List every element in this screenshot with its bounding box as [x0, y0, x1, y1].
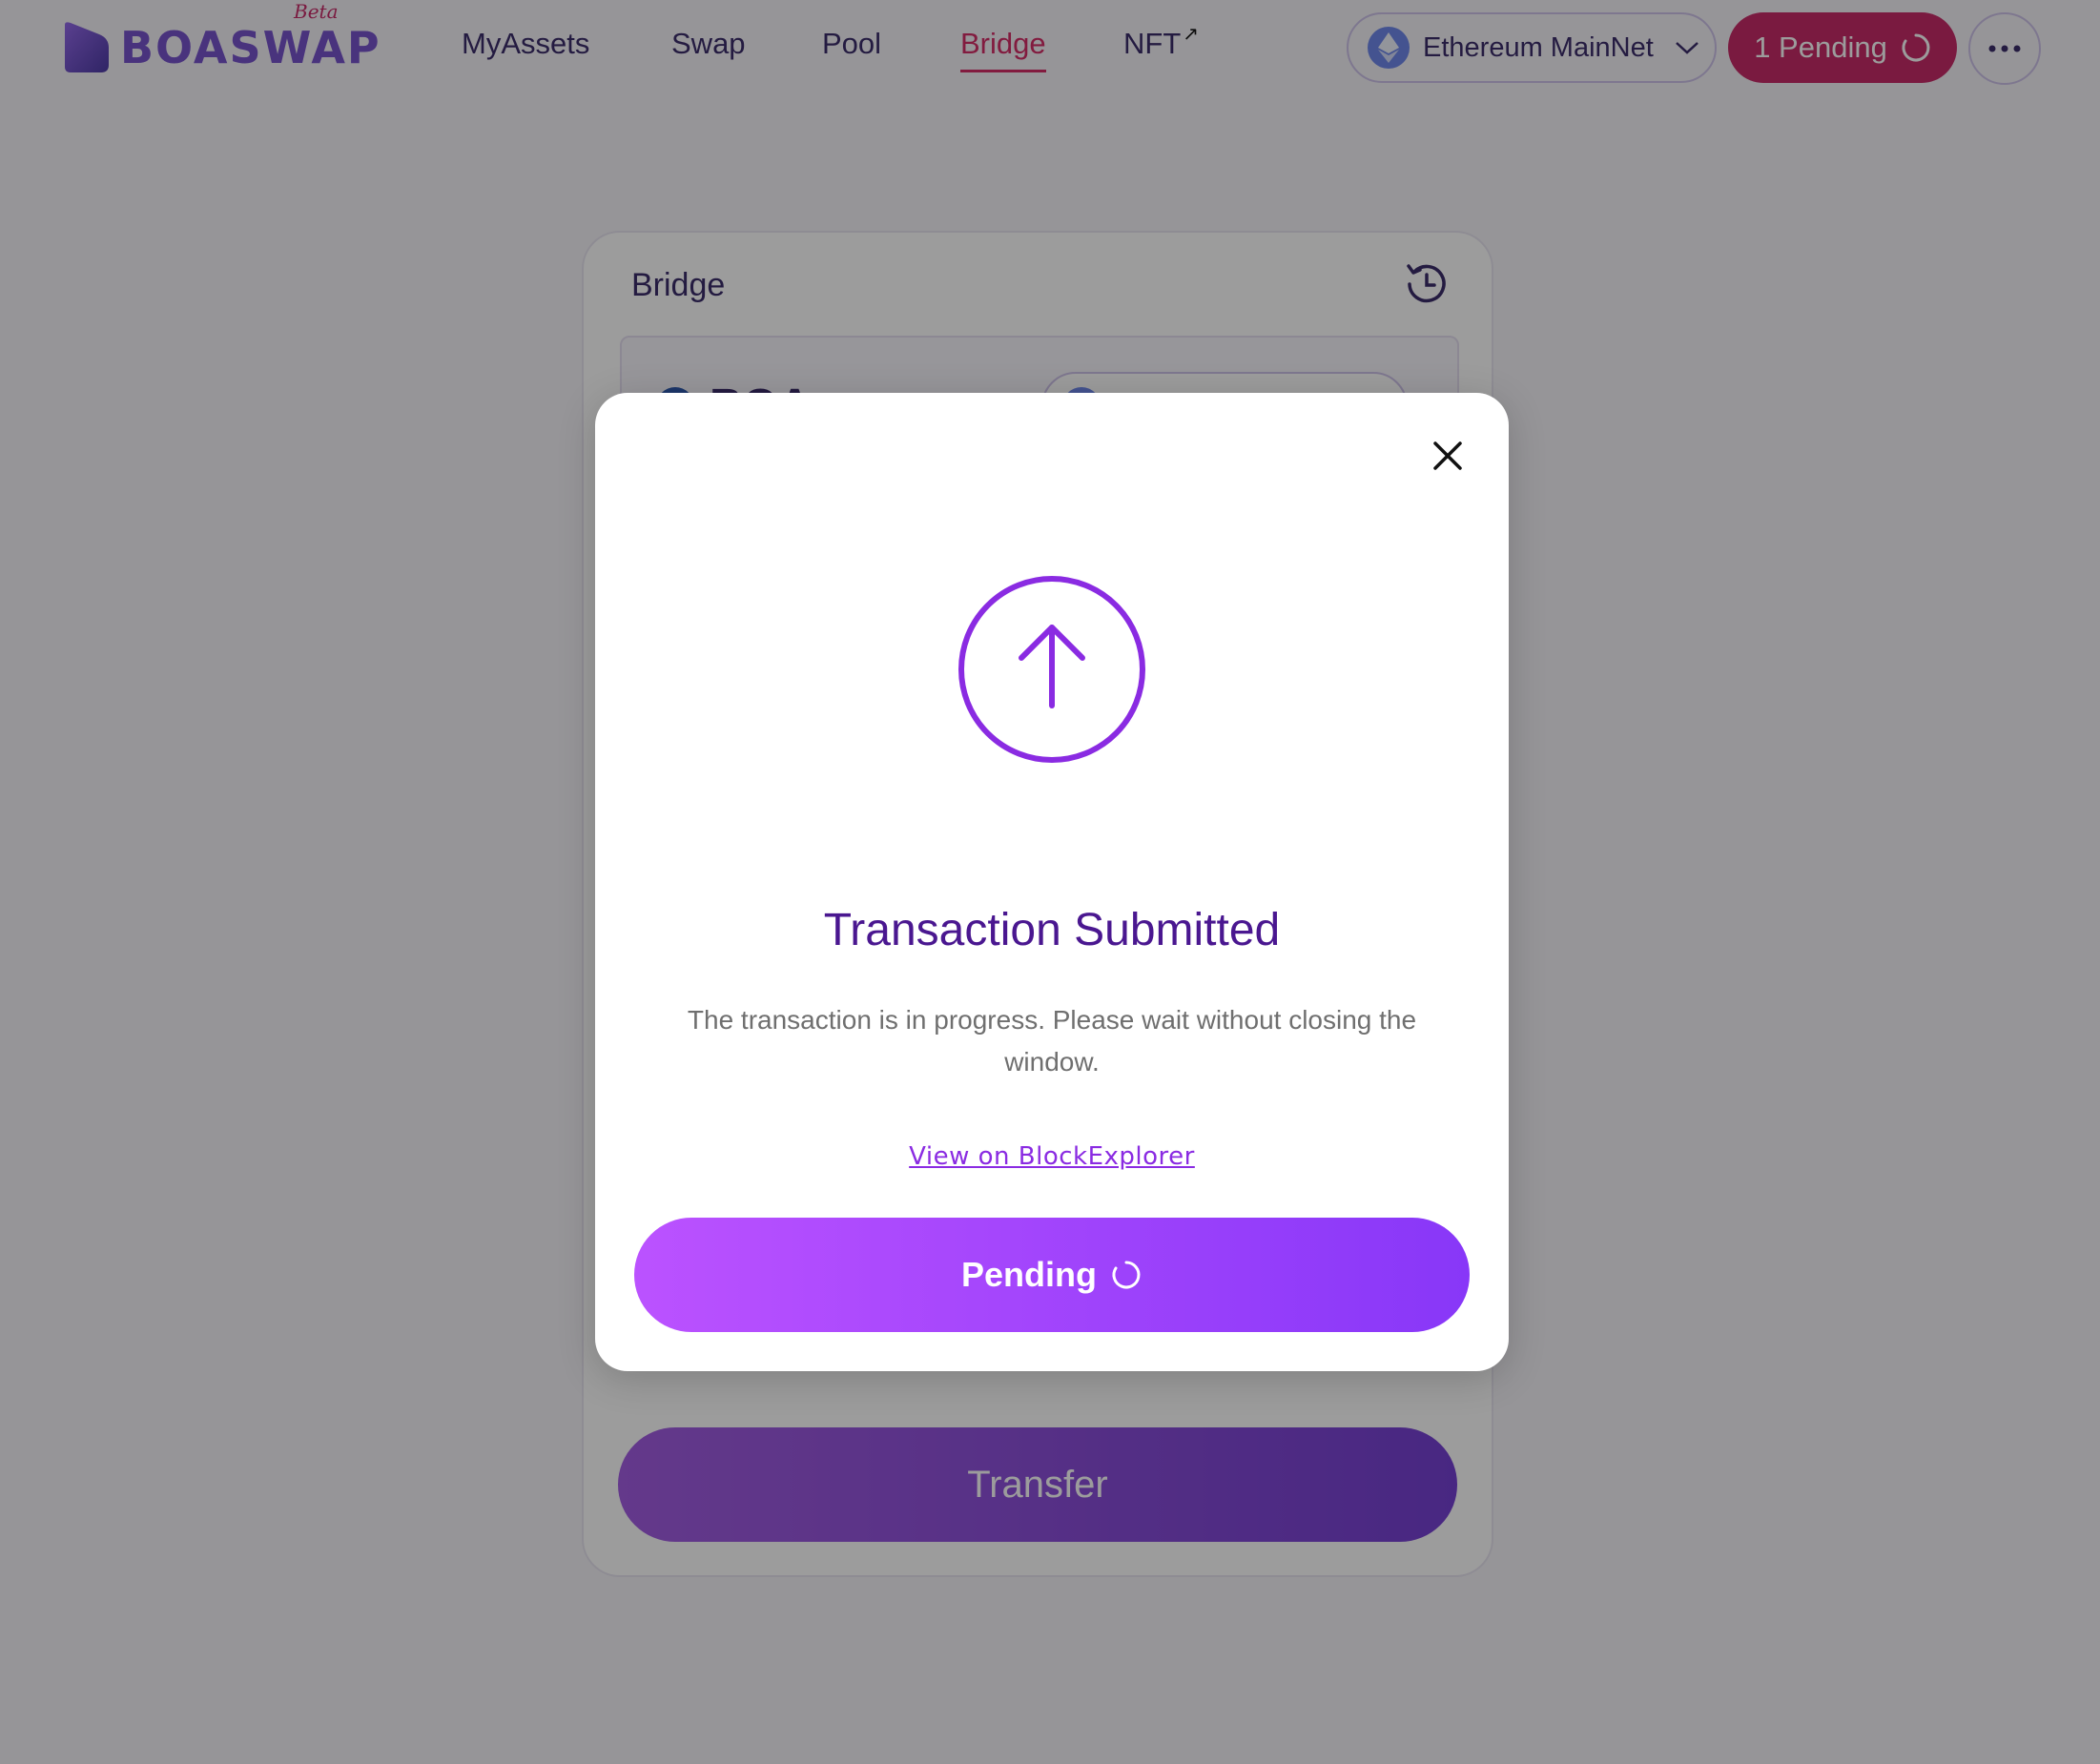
spinner-icon	[1112, 1261, 1141, 1289]
close-icon	[1433, 441, 1462, 470]
view-on-blockexplorer-link[interactable]: View on BlockExplorer	[909, 1142, 1195, 1171]
modal-title: Transaction Submitted	[823, 905, 1281, 955]
pending-button[interactable]: Pending	[634, 1218, 1470, 1332]
modal-message: The transaction is in progress. Please w…	[687, 1005, 1417, 1077]
arrow-up-circle-icon	[958, 576, 1145, 763]
pending-button-label: Pending	[961, 1255, 1097, 1294]
close-button[interactable]	[1425, 433, 1471, 479]
transaction-submitted-modal: Transaction Submitted The transaction is…	[595, 393, 1509, 1371]
